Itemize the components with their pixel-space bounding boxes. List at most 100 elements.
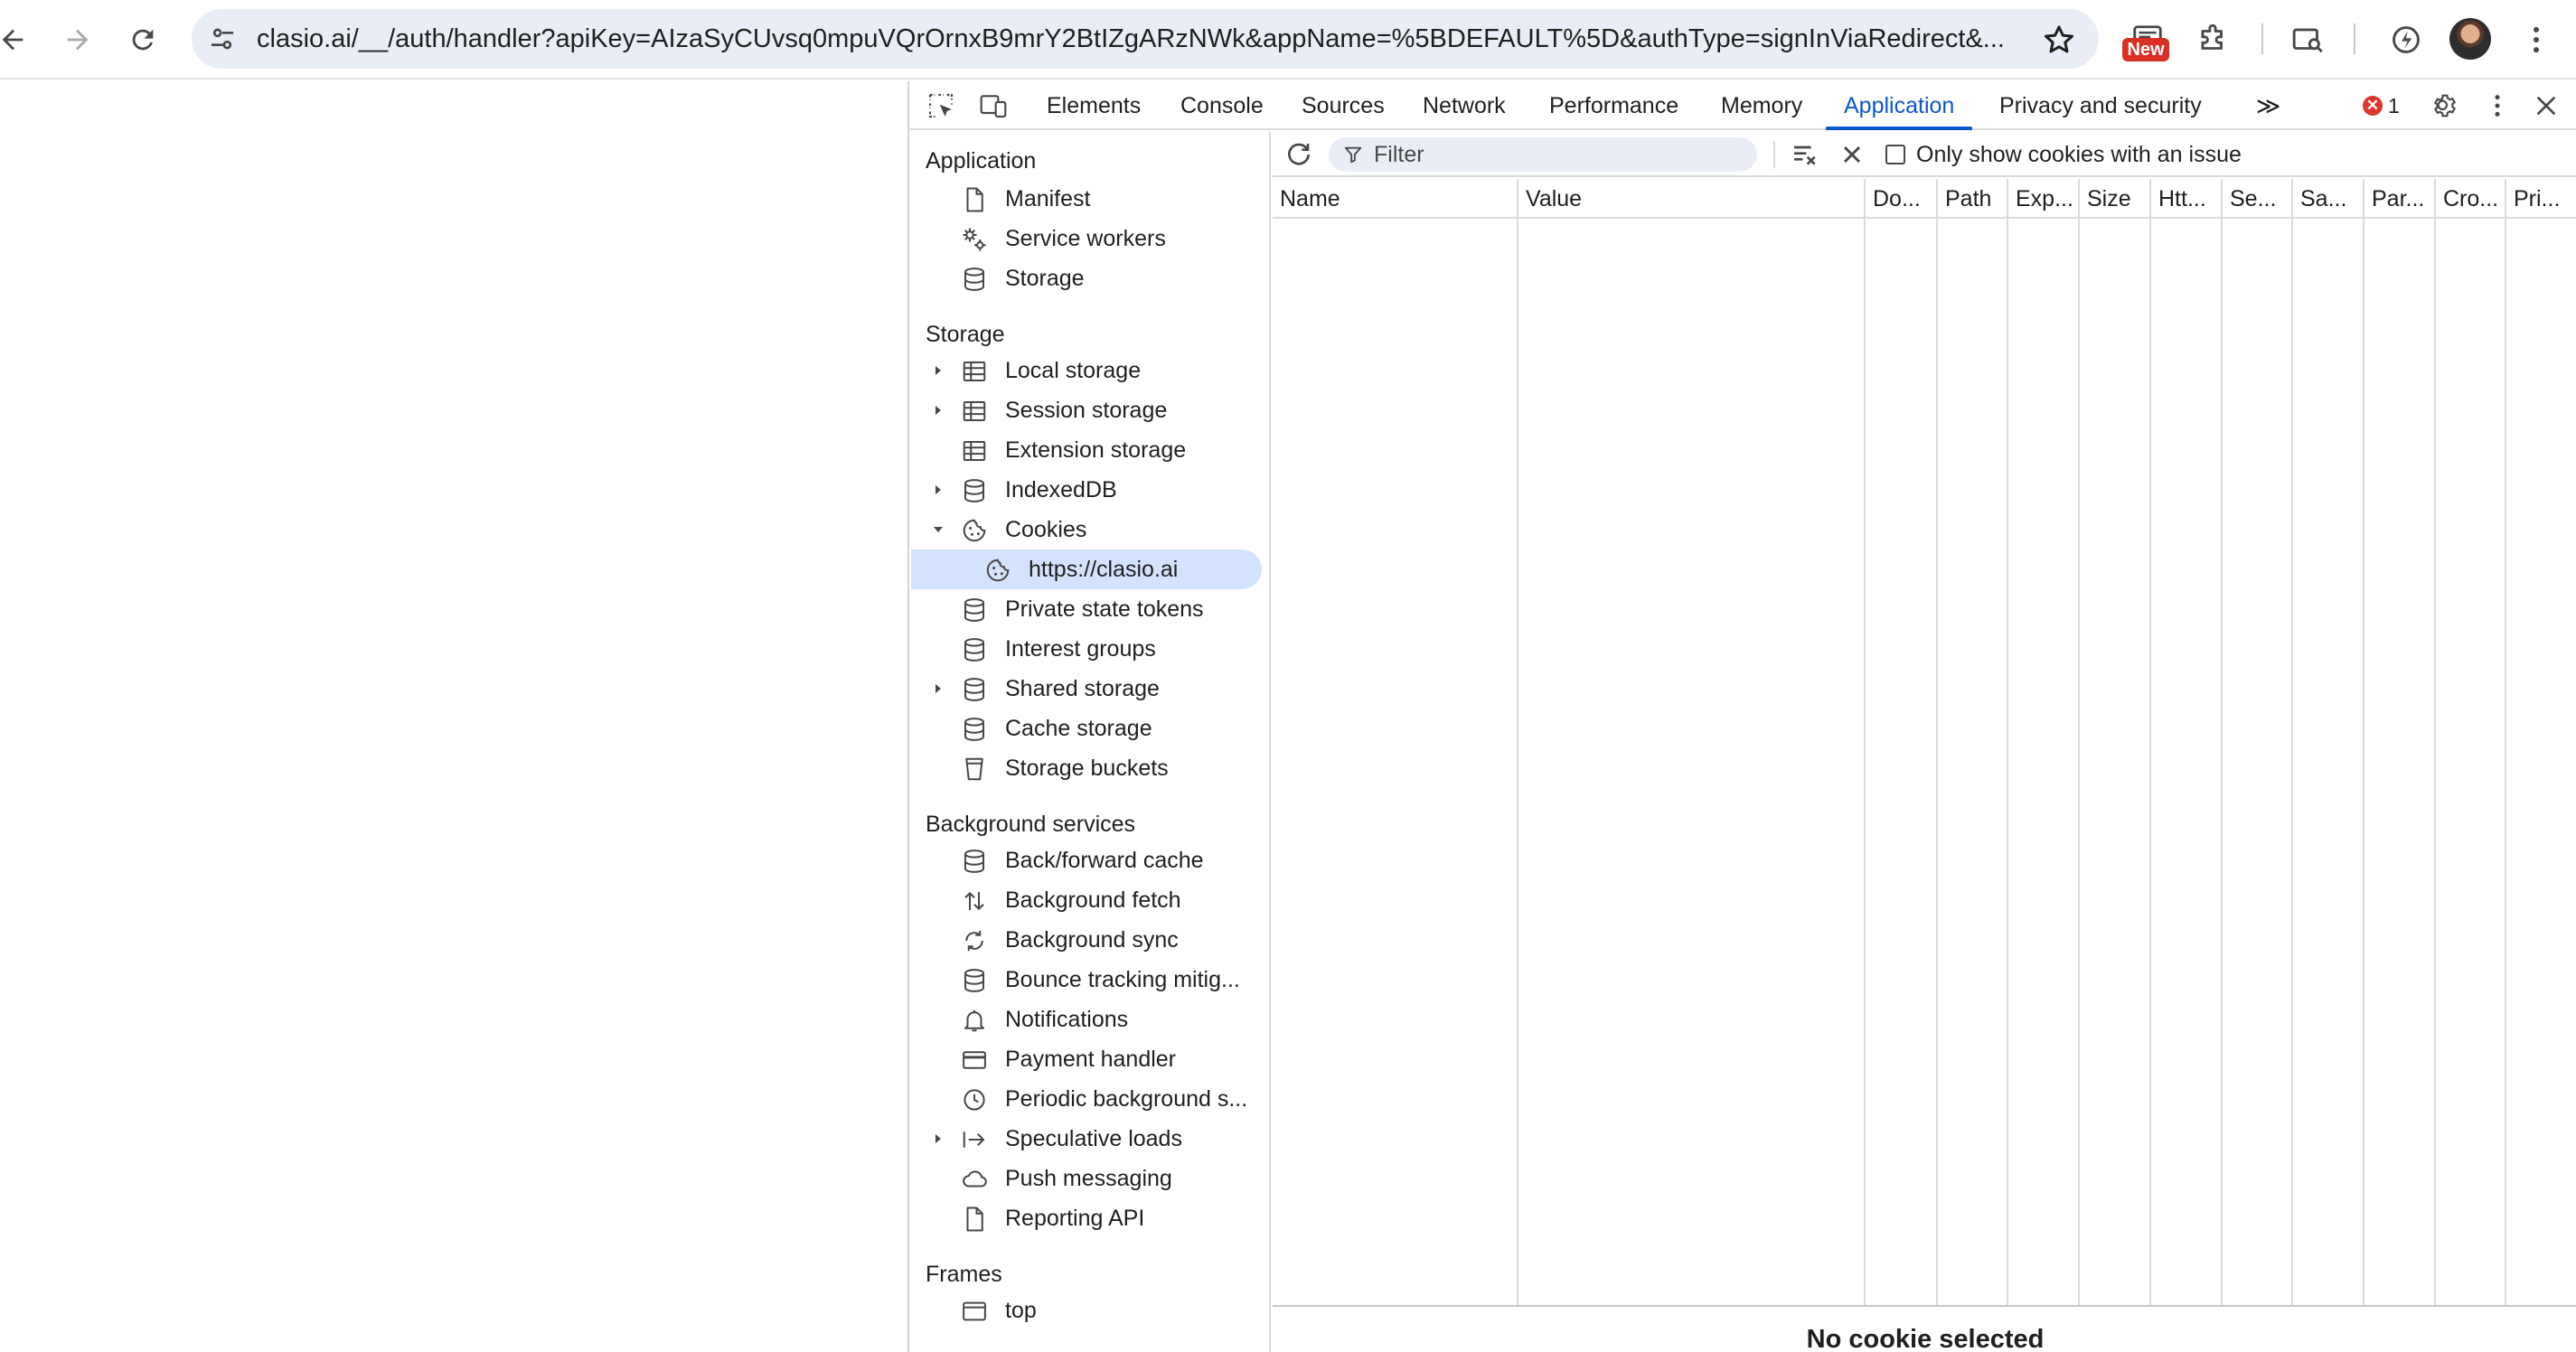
expand-arrow-icon[interactable] xyxy=(931,681,945,696)
sidebar-item-storage-buckets[interactable]: Storage buckets xyxy=(909,748,1267,788)
tab-performance[interactable]: Performance xyxy=(1549,81,1678,130)
clear-filtered-cookies-icon[interactable] xyxy=(1788,137,1822,172)
sidebar-item-session-storage[interactable]: Session storage xyxy=(909,390,1267,430)
tab-sources[interactable]: Sources xyxy=(1302,81,1385,130)
tab-memory[interactable]: Memory xyxy=(1721,81,1802,130)
tab-elements[interactable]: Elements xyxy=(1047,81,1141,130)
performance-icon[interactable] xyxy=(2384,18,2428,61)
sidebar-item-back-forward-cache[interactable]: Back/forward cache xyxy=(909,840,1267,880)
sidebar-item-extension-storage[interactable]: Extension storage xyxy=(909,430,1267,470)
expand-arrow-icon[interactable] xyxy=(931,403,945,418)
more-tabs-icon[interactable]: ≫ xyxy=(2256,81,2280,130)
sidebar-item-shared-storage[interactable]: Shared storage xyxy=(909,669,1267,709)
toolbar-divider xyxy=(1773,141,1775,168)
sidebar-item-payment-handler[interactable]: Payment handler xyxy=(909,1039,1267,1079)
menu-icon[interactable] xyxy=(2515,18,2558,61)
column-header-path[interactable]: Path xyxy=(1938,179,2008,219)
sidebar-item-background-fetch[interactable]: Background fetch xyxy=(909,880,1267,920)
window-icon xyxy=(960,1297,989,1326)
bell-icon xyxy=(960,1006,989,1035)
split-divider[interactable] xyxy=(1273,1305,2576,1307)
sidebar-item-indexeddb[interactable]: IndexedDB xyxy=(909,470,1267,510)
devtools-tab-bar: Elements Console Sources Network Perform… xyxy=(909,81,2576,130)
sidebar-item-interest-groups[interactable]: Interest groups xyxy=(909,629,1267,669)
expand-arrow-icon[interactable] xyxy=(931,483,945,497)
tab-network[interactable]: Network xyxy=(1423,81,1506,130)
sidebar-item-speculative-loads[interactable]: Speculative loads xyxy=(909,1119,1267,1159)
column-header-cross-site[interactable]: Cro... xyxy=(2436,179,2506,219)
browser-toolbar: clasio.ai/__/auth/handler?apiKey=AIzaSyC… xyxy=(0,0,2576,80)
column-header-secure[interactable]: Se... xyxy=(2223,179,2293,219)
back-icon[interactable] xyxy=(0,18,34,61)
sidebar-item-label: Storage xyxy=(1005,266,1085,291)
site-settings-icon[interactable] xyxy=(202,19,242,59)
sidebar-item-cache-storage[interactable]: Cache storage xyxy=(909,709,1267,748)
sidebar-item-push-messaging[interactable]: Push messaging xyxy=(909,1159,1267,1198)
column-header-value[interactable]: Value xyxy=(1518,179,1866,219)
sidebar-item-cookies[interactable]: Cookies xyxy=(909,510,1267,549)
toolbar-divider xyxy=(2261,23,2263,54)
expand-arrow-icon[interactable] xyxy=(931,363,945,378)
tab-application[interactable]: Application xyxy=(1825,81,1973,130)
column-header-httponly[interactable]: Htt... xyxy=(2151,179,2223,219)
column-header-priority[interactable]: Pri... xyxy=(2506,179,2576,219)
cast-search-icon[interactable] xyxy=(2287,18,2330,61)
url-text[interactable]: clasio.ai/__/auth/handler?apiKey=AIzaSyC… xyxy=(257,9,2019,69)
sidebar-item-frame-top[interactable]: top xyxy=(909,1291,1267,1330)
section-storage: Storage xyxy=(926,322,1005,347)
sidebar-item-manifest[interactable]: Manifest xyxy=(909,179,1267,219)
tab-console[interactable]: Console xyxy=(1180,81,1264,130)
section-application: Application xyxy=(926,148,1037,174)
sidebar-item-storage-overview[interactable]: Storage xyxy=(909,258,1267,298)
address-bar[interactable]: clasio.ai/__/auth/handler?apiKey=AIzaSyC… xyxy=(192,9,2099,69)
settings-gear-icon[interactable] xyxy=(2428,89,2462,123)
reload-icon[interactable] xyxy=(121,18,165,61)
sidebar-item-label: https://clasio.ai xyxy=(1029,557,1179,582)
column-header-partition-key[interactable]: Par... xyxy=(2364,179,2436,219)
star-icon[interactable] xyxy=(2041,22,2077,58)
error-count-badge[interactable]: ✕ 1 xyxy=(2363,94,2400,117)
refresh-icon[interactable] xyxy=(1282,137,1316,172)
table-icon xyxy=(960,357,989,386)
device-toolbar-icon[interactable] xyxy=(976,89,1011,123)
avatar[interactable] xyxy=(2449,18,2491,60)
checkbox[interactable] xyxy=(1885,145,1905,164)
tab-privacy-and-security[interactable]: Privacy and security xyxy=(1999,81,2202,130)
sidebar-item-notifications[interactable]: Notifications xyxy=(909,1000,1267,1039)
column-header-domain[interactable]: Do... xyxy=(1866,179,1938,219)
sidebar-item-reporting-api[interactable]: Reporting API xyxy=(909,1198,1267,1238)
sidebar-item-private-state-tokens[interactable]: Private state tokens xyxy=(909,589,1267,629)
column-divider xyxy=(2078,219,2080,1305)
column-header-expires[interactable]: Exp... xyxy=(2008,179,2080,219)
sidebar-item-service-workers[interactable]: Service workers xyxy=(909,219,1267,258)
close-devtools-icon[interactable] xyxy=(2529,89,2563,123)
sidebar-item-cookie-origin[interactable]: https://clasio.ai xyxy=(911,549,1262,589)
database-icon xyxy=(960,847,989,876)
column-divider xyxy=(2434,219,2436,1305)
sidebar-item-label: Storage buckets xyxy=(1005,756,1169,781)
sidebar-item-local-storage[interactable]: Local storage xyxy=(909,351,1267,390)
delete-selected-icon[interactable] xyxy=(1835,137,1869,172)
devtools-menu-icon[interactable] xyxy=(2480,89,2515,123)
filter-input[interactable] xyxy=(1374,137,1744,172)
forward-icon[interactable] xyxy=(56,18,99,61)
sidebar-item-label: Extension storage xyxy=(1005,437,1187,463)
column-header-samesite[interactable]: Sa... xyxy=(2293,179,2364,219)
sidebar-item-bounce-tracking[interactable]: Bounce tracking mitig... xyxy=(909,960,1267,1000)
expand-arrow-icon[interactable] xyxy=(931,1131,945,1146)
column-header-size[interactable]: Size xyxy=(2080,179,2151,219)
sidebar-item-label: Background fetch xyxy=(1005,887,1181,913)
sidebar-item-background-sync[interactable]: Background sync xyxy=(909,920,1267,960)
sidebar-item-periodic-background-sync[interactable]: Periodic background s... xyxy=(909,1079,1267,1119)
database-icon xyxy=(960,635,989,664)
inspect-element-icon[interactable] xyxy=(924,89,958,123)
arrow-to-right-icon xyxy=(960,1125,989,1154)
sidebar-item-label: Shared storage xyxy=(1005,676,1160,701)
filter-field[interactable] xyxy=(1329,137,1757,172)
puzzle-icon[interactable] xyxy=(2191,18,2234,61)
cookies-panel: Only show cookies with an issue Name Val… xyxy=(1273,132,2576,1352)
only-issues-checkbox[interactable]: Only show cookies with an issue xyxy=(1885,132,2242,177)
column-divider xyxy=(1936,219,1938,1305)
collapse-arrow-icon[interactable] xyxy=(931,522,945,537)
column-header-name[interactable]: Name xyxy=(1273,179,1518,219)
